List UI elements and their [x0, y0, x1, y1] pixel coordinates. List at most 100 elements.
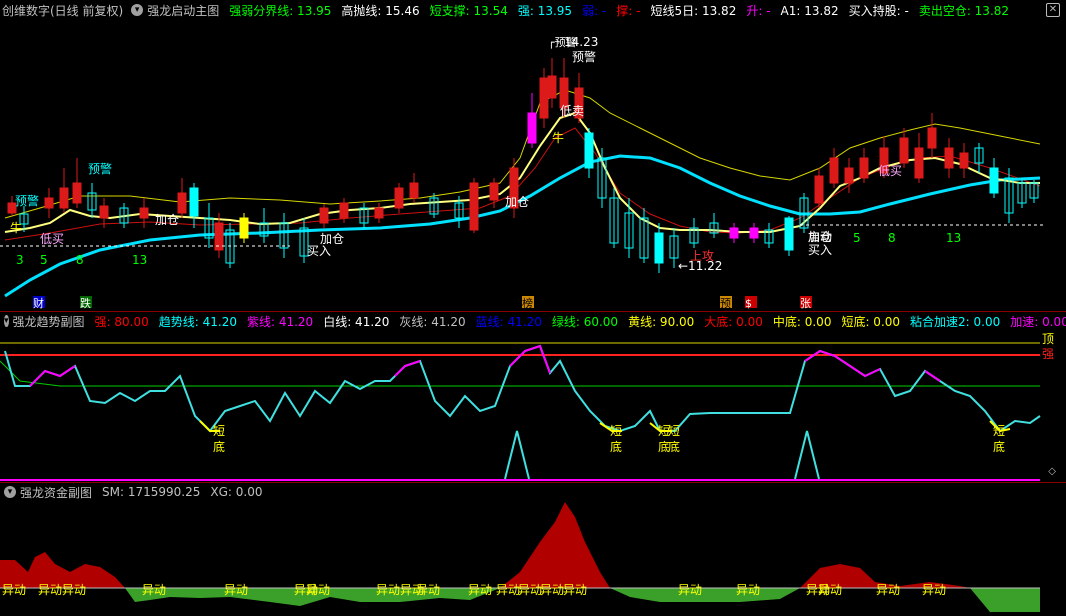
spike-line: [504, 430, 530, 480]
candle-body: [527, 112, 537, 144]
main-value-item: 买入持股: -: [848, 3, 909, 18]
indicator-settings-icon[interactable]: ▾: [4, 315, 9, 327]
add-position-label: 加仓: [155, 213, 179, 227]
candle-body: [44, 197, 54, 209]
candle-body: [859, 157, 869, 179]
trend-cyan-line: [4, 344, 1041, 433]
trend-value-item: 绿线: 60.00: [551, 314, 619, 329]
indicator-settings-icon[interactable]: ▾: [131, 4, 144, 16]
abnormal-move-label: 异动: [922, 583, 946, 597]
add-position-label: 加仓: [505, 195, 529, 209]
buy-label: 买入: [808, 243, 832, 257]
candle-body: [829, 157, 839, 184]
candle-body: [654, 232, 664, 264]
top-label: 顶: [1042, 332, 1054, 346]
candle-body: [989, 167, 999, 194]
candle-body: [489, 182, 499, 201]
candle-body: [539, 77, 549, 119]
warning-label: 预警: [15, 193, 39, 208]
candle-body: [374, 207, 384, 219]
close-icon[interactable]: ✕: [1046, 3, 1060, 17]
fund-green-area: [610, 588, 800, 602]
fund-indicator-name[interactable]: 强龙资金副图: [20, 484, 92, 501]
fib-number: 13: [132, 253, 147, 267]
fund-chart-header: ▾ 强龙资金副图 SM: 1715990.25 XG: 0.00: [0, 482, 1066, 502]
main-indicator-values: 强弱分界线: 13.95 高抛线: 15.46 短支撑: 13.54 强: 13.95…: [223, 2, 1013, 19]
abnormal-move-label: 异动: [142, 583, 166, 597]
launch-label: 启动: [808, 230, 832, 244]
candle-body: [784, 217, 794, 251]
candle-body: [394, 187, 404, 209]
low-sell-label: 低卖: [560, 104, 584, 118]
trend-chart[interactable]: 顶强短底短底短底短底短底: [0, 331, 1066, 481]
trend-indicator-values: 强: 80.00 趋势线: 41.20 紫线: 41.20 白线: 41.20 灰线: …: [89, 313, 1066, 330]
candle-body: [959, 152, 969, 169]
candle-body: [319, 207, 329, 224]
short-bottom-label: 底: [993, 439, 1005, 454]
trend-value-item: 短底: 0.00: [841, 314, 901, 329]
candle-body: [72, 182, 82, 204]
trend-value-item: 灰线: 41.20: [399, 314, 466, 329]
event-tag: 张: [800, 297, 811, 310]
fund-value-item: SM: 1715990.25: [102, 485, 201, 499]
candle-body: [584, 132, 594, 169]
warning-label: 预警: [88, 161, 112, 176]
abnormal-move-label: 异动: [818, 583, 842, 597]
trend-value-item: 强: 80.00: [94, 314, 149, 329]
candle-body: [469, 182, 479, 231]
abnormal-move-label: 异动: [678, 583, 702, 597]
short-bottom-label: 底: [668, 439, 680, 454]
candle-body: [139, 207, 149, 219]
trend-value-item: 中底: 0.00: [772, 314, 832, 329]
event-tag: 预: [720, 297, 731, 310]
event-tag: 榜: [522, 296, 533, 310]
candle-body: [59, 187, 69, 209]
candle-body: [239, 217, 249, 239]
abnormal-move-label: 异动: [416, 583, 440, 597]
abnormal-move-label: 异动: [876, 583, 900, 597]
abnormal-move-label: 异动: [496, 583, 520, 597]
candle-body: [177, 192, 187, 214]
fib-number: 5: [40, 253, 48, 267]
indicator-settings-icon[interactable]: ▾: [4, 486, 16, 498]
abnormal-move-label: 异动: [62, 583, 86, 597]
fund-green-area: [970, 588, 1040, 612]
main-price-chart[interactable]: 预警预警预警┌预警低买低卖低买加仓加仓加仓加仓买入 买入牛牛启动上攻←11.221…: [0, 18, 1066, 311]
candle-body: [844, 167, 854, 184]
abnormal-move-label: 异动: [518, 583, 542, 597]
trend-value-item: 紫线: 41.20: [246, 314, 314, 329]
main-indicator-name[interactable]: 强龙启动主图: [147, 2, 219, 19]
bull-label: 牛: [10, 220, 22, 235]
abnormal-move-label: 异动: [224, 583, 248, 597]
short-bottom-label: 底: [610, 439, 622, 454]
main-value-item: 撑: -: [616, 3, 641, 18]
low-buy-label: 低买: [40, 232, 64, 246]
purple-line: [394, 360, 421, 377]
main-value-item: 卖出空仓: 13.82: [918, 3, 1010, 18]
high-price-label: 14.23: [564, 35, 598, 49]
candle-body: [409, 182, 419, 199]
event-tag: 财: [33, 296, 44, 310]
main-value-item: 短支撑: 13.54: [429, 3, 508, 18]
candle-body: [814, 175, 824, 204]
stock-title[interactable]: 创维数字(日线 前复权): [2, 2, 123, 19]
abnormal-move-label: 异动: [38, 583, 62, 597]
candle-body: [914, 147, 924, 179]
trend-value-item: 蓝线: 41.20: [475, 314, 542, 329]
abnormal-move-label: 异动: [2, 583, 26, 597]
fund-chart[interactable]: 异动 异动 异动 异动 异动 异动异动 异动 异动异动 异动 异动异动异动异动 异动 异动 异动异动 异动…: [0, 502, 1066, 616]
candle-body: [944, 147, 954, 169]
trend-indicator-name[interactable]: 强龙趋势副图: [13, 313, 85, 330]
abnormal-move-label: 异动: [468, 583, 492, 597]
abnormal-move-label: 异动: [376, 583, 400, 597]
spike-line: [794, 430, 820, 480]
candle-body: [899, 137, 909, 164]
candle-body: [927, 127, 937, 149]
trend-value-item: 大底: 0.00: [704, 314, 763, 329]
fund-value-item: XG: 0.00: [210, 485, 263, 499]
main-chart-header: 创维数字(日线 前复权) ▾ 强龙启动主图 强弱分界线: 13.95 高抛线: 1…: [0, 0, 1066, 20]
diamond-icon[interactable]: ◇: [1048, 466, 1056, 477]
fund-indicator-values: SM: 1715990.25 XG: 0.00: [96, 485, 266, 499]
main-value-item: 弱: -: [582, 3, 607, 18]
fib-number: 8: [888, 231, 896, 245]
